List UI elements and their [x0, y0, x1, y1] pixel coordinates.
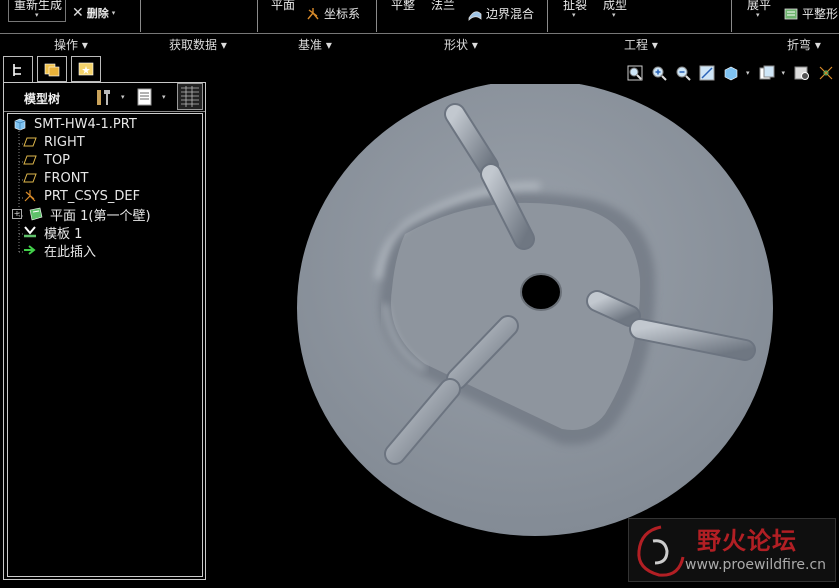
tree-item-form[interactable]: 模板 1	[22, 223, 83, 242]
model-tree: SMT-HW4-1.PRT RIGHT TOP FRONT PRT_CSYS_D…	[7, 113, 203, 577]
tree-item-label: 模板 1	[44, 226, 83, 242]
chevron-down-icon: ▾	[756, 11, 760, 19]
flange-button[interactable]: 法兰	[431, 0, 455, 13]
csys-icon	[22, 189, 38, 203]
tree-item-top[interactable]: TOP	[22, 151, 70, 169]
view-manager-icon[interactable]	[793, 64, 811, 82]
datum-display-icon[interactable]	[817, 64, 835, 82]
plane-button[interactable]: 平面	[271, 0, 295, 13]
flat-button[interactable]: 平整	[391, 0, 415, 13]
delete-button[interactable]: ✕ 删除 ▾	[72, 5, 115, 21]
csys-label: 坐标系	[324, 7, 361, 21]
watermark: 野火论坛 www.proewildfire.cn	[628, 518, 836, 582]
form-icon	[22, 225, 38, 239]
group-operations: 重新生成 ▾ ✕ 删除 ▾	[0, 0, 141, 32]
group-get-data	[141, 0, 258, 32]
csys-icon	[307, 7, 319, 19]
group-label-operations[interactable]: 操作 ▾	[54, 36, 88, 53]
group-label-shapes[interactable]: 形状 ▾	[444, 36, 478, 53]
saved-views-icon[interactable]	[758, 64, 776, 82]
csys-button[interactable]: 坐标系	[305, 5, 360, 22]
tab-model-tree[interactable]	[3, 56, 33, 82]
insert-arrow-icon	[22, 243, 38, 257]
part-icon	[12, 117, 28, 131]
chevron-down-icon: ▾	[572, 11, 576, 19]
datum-plane-icon	[22, 153, 38, 167]
tab-favorites[interactable]	[71, 56, 101, 82]
model-tree-panel: 模型树 ▾ ▾ SMT-HW4-1.PRT RIGHT TOP FRONT PR…	[3, 82, 206, 580]
zoom-out-icon[interactable]	[674, 64, 692, 82]
model-tree-icon	[13, 63, 21, 76]
refit-icon[interactable]	[626, 64, 644, 82]
chevron-down-icon: ▾	[612, 11, 616, 19]
tree-item-label: RIGHT	[44, 134, 85, 150]
part-model	[297, 80, 773, 536]
folder-icon	[44, 63, 60, 77]
zoom-in-icon[interactable]	[650, 64, 668, 82]
wall-icon	[28, 207, 44, 221]
watermark-site-name: 野火论坛	[697, 527, 797, 555]
tree-item-label: SMT-HW4-1.PRT	[34, 116, 137, 132]
tree-item-label: FRONT	[44, 170, 89, 186]
group-engineering: 扯裂 ▾ 成型 ▾	[548, 0, 732, 32]
chevron-down-icon[interactable]: ▾	[121, 93, 125, 101]
group-label-datum[interactable]: 基准 ▾	[298, 36, 332, 53]
columns-icon[interactable]	[177, 83, 203, 110]
datum-plane-icon	[22, 171, 38, 185]
tree-item-csys[interactable]: PRT_CSYS_DEF	[22, 187, 140, 205]
delete-icon: ✕	[72, 5, 84, 21]
tree-item-right[interactable]: RIGHT	[22, 133, 85, 151]
boundary-blend-icon	[468, 10, 482, 21]
chevron-down-icon: ▾	[35, 11, 39, 19]
tree-item-label: 平面 1(第一个壁)	[50, 208, 151, 224]
expand-icon[interactable]: +	[12, 209, 22, 219]
flatten-form-icon	[784, 8, 798, 19]
tree-item-label: TOP	[44, 152, 71, 168]
flatten-form-button[interactable]: 平整形	[783, 5, 838, 22]
orient-icon[interactable]	[722, 64, 740, 82]
group-label-get-data[interactable]: 获取数据 ▾	[169, 36, 227, 53]
group-datum: 平面 坐标系	[258, 0, 377, 32]
chevron-down-icon[interactable]: ▾	[782, 69, 786, 77]
group-label-engineering[interactable]: 工程 ▾	[624, 36, 658, 53]
tree-item-label: 在此插入	[44, 244, 97, 260]
chevron-down-icon[interactable]: ▾	[162, 93, 166, 101]
boundary-blend-button[interactable]: 边界混合	[467, 5, 534, 22]
show-settings-icon[interactable]	[136, 87, 154, 110]
center-hole	[520, 273, 562, 311]
watermark-url: www.proewildfire.cn	[685, 557, 827, 573]
regenerate-button[interactable]: 重新生成 ▾	[8, 0, 66, 22]
watermark-logo	[637, 525, 685, 577]
tree-item-insert-here[interactable]: 在此插入	[22, 241, 97, 260]
tree-item-part[interactable]: SMT-HW4-1.PRT	[12, 115, 137, 133]
tree-item-front[interactable]: FRONT	[22, 169, 88, 187]
chevron-down-icon: ▾	[111, 9, 116, 17]
repaint-icon[interactable]	[698, 64, 716, 82]
view-toolbar: ▾ ▾	[626, 63, 839, 83]
tab-folder-browser[interactable]	[37, 56, 67, 82]
delete-label: 删除	[86, 7, 109, 20]
favorites-icon	[78, 62, 94, 76]
model-tree-title: 模型树	[24, 92, 61, 106]
ribbon: 重新生成 ▾ ✕ 删除 ▾ 平面 坐标系 平整 法兰 边界混合 扯裂 ▾ 成型 …	[0, 0, 839, 32]
chevron-down-icon[interactable]: ▾	[746, 69, 750, 77]
model-tree-header: 模型树 ▾ ▾	[4, 83, 205, 112]
group-shapes: 平整 法兰 边界混合	[377, 0, 548, 32]
tree-item-wall[interactable]: + 平面 1(第一个壁)	[12, 205, 151, 224]
flatten-form-label: 平整形	[802, 7, 839, 21]
graphics-viewport[interactable]	[210, 80, 839, 585]
boundary-blend-label: 边界混合	[486, 7, 535, 21]
tree-item-label: PRT_CSYS_DEF	[44, 188, 141, 204]
group-label-bend[interactable]: 折弯 ▾	[787, 36, 821, 53]
datum-plane-icon	[22, 135, 38, 149]
ribbon-group-labels: 操作 ▾ 获取数据 ▾ 基准 ▾ 形状 ▾ 工程 ▾ 折弯 ▾	[0, 33, 839, 52]
tools-icon[interactable]	[93, 87, 113, 110]
group-bend: 展平 ▾ 平整形	[732, 0, 839, 32]
